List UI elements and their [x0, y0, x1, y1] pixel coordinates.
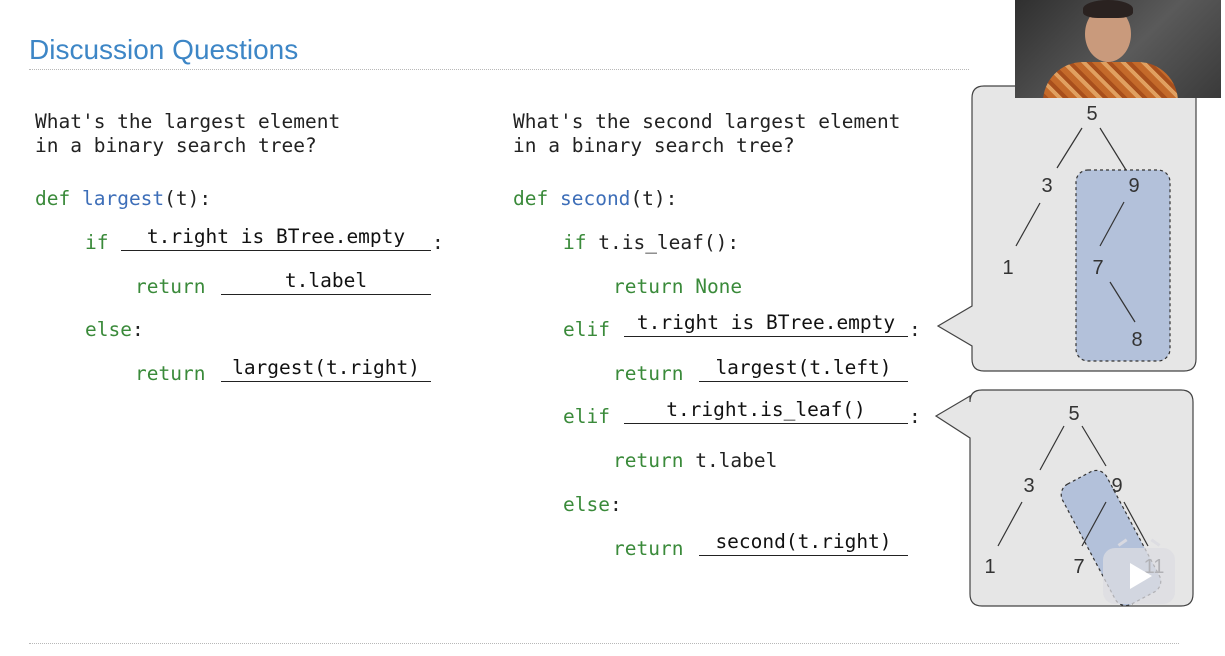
tree2-node-9: 9	[1111, 475, 1122, 497]
tree2-node-5: 5	[1068, 403, 1079, 425]
tree1-node-3: 3	[1041, 175, 1052, 197]
tree2-node-3: 3	[1023, 475, 1034, 497]
tree2-node-1: 1	[984, 556, 995, 578]
tree1-node-9: 9	[1128, 175, 1139, 197]
tree1-node-7: 7	[1092, 257, 1103, 279]
webcam-shirt	[1043, 62, 1178, 98]
right-subtree-highlight-1	[1075, 169, 1171, 362]
play-button[interactable]	[1103, 538, 1175, 604]
tree-diagrams: 5 3 9 1 7 8 5 3 9 1 7 11	[934, 85, 1197, 607]
tree1-node-5: 5	[1086, 103, 1097, 125]
webcam-hair	[1083, 0, 1133, 18]
tree1-node-1: 1	[1002, 257, 1013, 279]
bottom-divider	[29, 643, 1179, 644]
presenter-webcam	[1015, 0, 1221, 98]
tree1-node-8: 8	[1131, 329, 1142, 351]
tree2-node-7: 7	[1073, 556, 1084, 578]
